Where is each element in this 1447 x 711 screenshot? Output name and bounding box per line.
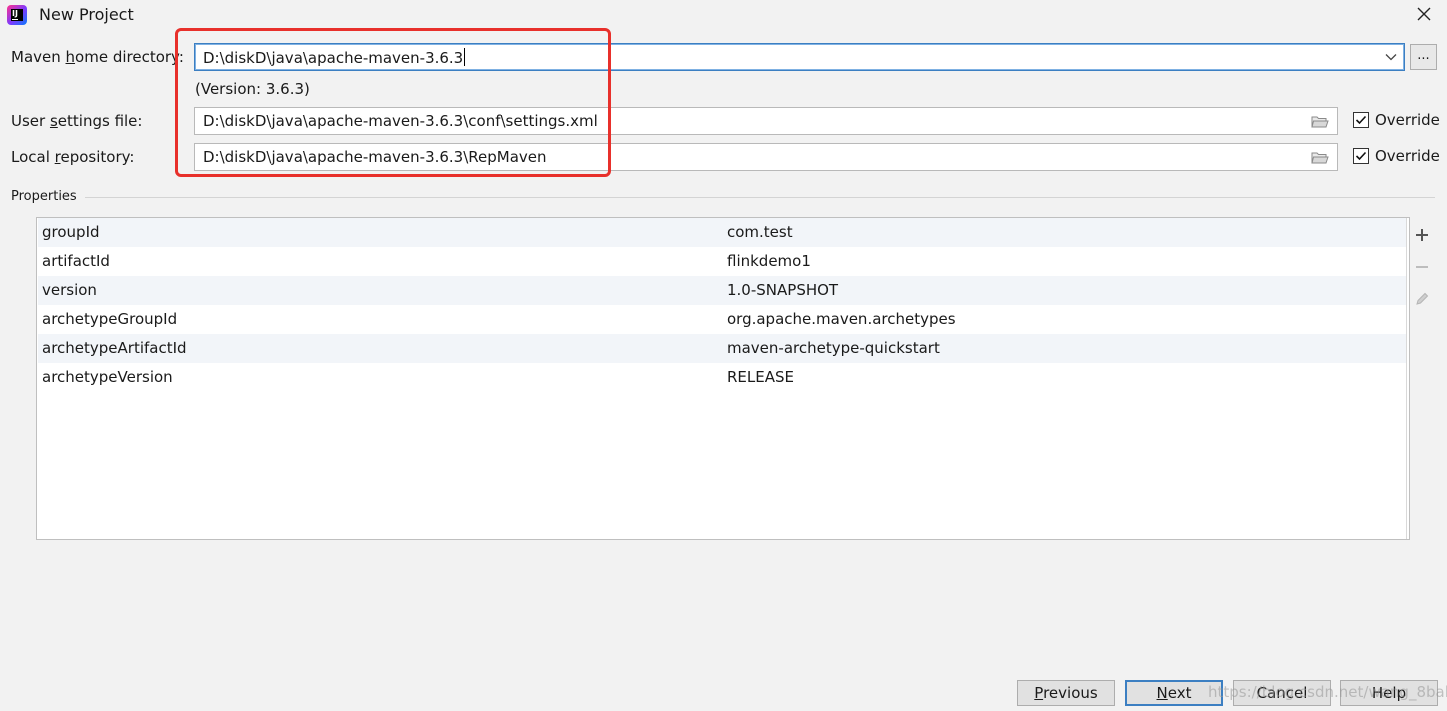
property-value[interactable]: org.apache.maven.archetypes [727,310,956,328]
edit-property-button[interactable] [1411,288,1433,310]
window-title: New Project [39,5,134,24]
table-row[interactable]: archetypeVersion RELEASE [38,363,1406,392]
maven-home-label: Maven home directory: [11,48,184,66]
properties-toolbar-separator [1406,218,1407,539]
property-key: groupId [42,223,100,241]
property-value[interactable]: RELEASE [727,368,794,386]
add-property-button[interactable] [1411,224,1433,246]
properties-section-title: Properties [11,189,77,204]
check-icon [1355,151,1367,161]
property-key: artifactId [42,252,110,270]
local-repository-value: D:\diskD\java\apache-maven-3.6.3\RepMave… [203,148,547,166]
table-row[interactable]: artifactId flinkdemo1 [38,247,1406,276]
properties-separator [85,197,1435,198]
property-value[interactable]: maven-archetype-quickstart [727,339,940,357]
maven-home-value: D:\diskD\java\apache-maven-3.6.3 [203,49,464,67]
maven-home-combobox[interactable]: D:\diskD\java\apache-maven-3.6.3 [194,43,1405,71]
property-key: version [42,281,97,299]
local-repository-label: Local repository: [11,148,135,166]
browse-maven-home-button[interactable]: ... [1410,44,1437,70]
intellij-icon: IJ [7,5,27,25]
property-key: archetypeVersion [42,368,173,386]
remove-property-button[interactable] [1411,256,1433,278]
user-settings-override-checkbox[interactable] [1353,112,1369,128]
minus-icon [1416,266,1428,268]
folder-icon[interactable] [1311,150,1329,165]
previous-button[interactable]: Previous [1017,680,1115,706]
folder-icon[interactable] [1311,114,1329,129]
property-value[interactable]: 1.0-SNAPSHOT [727,281,838,299]
maven-version-label: (Version: 3.6.3) [195,80,310,98]
table-row[interactable]: version 1.0-SNAPSHOT [38,276,1406,305]
check-icon [1355,115,1367,125]
local-repository-field[interactable]: D:\diskD\java\apache-maven-3.6.3\RepMave… [194,143,1338,171]
user-settings-value: D:\diskD\java\apache-maven-3.6.3\conf\se… [203,112,598,130]
pencil-icon [1416,292,1429,305]
property-key: archetypeArtifactId [42,339,187,357]
table-row[interactable]: archetypeGroupId org.apache.maven.archet… [38,305,1406,334]
property-value[interactable]: com.test [727,223,793,241]
table-row[interactable]: archetypeArtifactId maven-archetype-quic… [38,334,1406,363]
local-repository-override-label[interactable]: Override [1375,147,1440,165]
property-value[interactable]: flinkdemo1 [727,252,811,270]
properties-table[interactable]: groupId com.test artifactId flinkdemo1 v… [36,217,1410,540]
close-icon [1417,7,1431,21]
chevron-down-icon[interactable] [1384,50,1398,64]
table-row[interactable]: groupId com.test [38,218,1406,247]
user-settings-label: User settings file: [11,112,143,130]
watermark: https://blog.csdn.net/wang_8ball [1208,683,1447,701]
plus-icon [1416,229,1428,241]
user-settings-override-label[interactable]: Override [1375,111,1440,129]
local-repository-override-checkbox[interactable] [1353,148,1369,164]
close-button[interactable] [1410,2,1438,28]
property-key: archetypeGroupId [42,310,178,328]
user-settings-field[interactable]: D:\diskD\java\apache-maven-3.6.3\conf\se… [194,107,1338,135]
